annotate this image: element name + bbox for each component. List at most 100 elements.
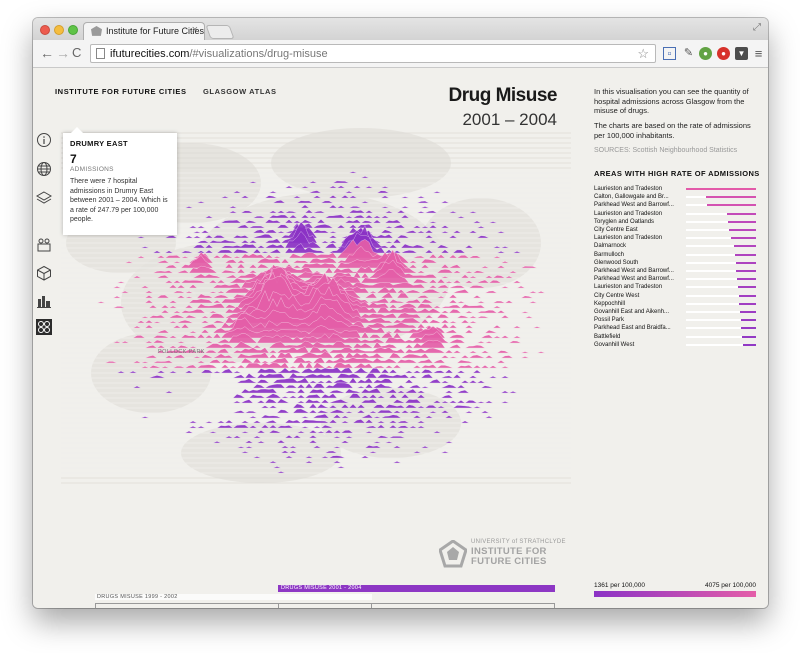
- area-rate-bar: [730, 237, 756, 240]
- tooltip-value: 7: [70, 152, 77, 166]
- area-name: Calton, Gallowgate and Br...: [594, 194, 669, 201]
- box-icon[interactable]: [36, 265, 52, 281]
- area-list-title: AREAS WITH HIGH RATE OF ADMISSIONS: [594, 169, 760, 178]
- panel-sources[interactable]: SOURCES: Scottish Neighbourhood Statisti…: [594, 147, 737, 154]
- globe-icon[interactable]: [36, 161, 52, 177]
- area-list-item[interactable]: Laurieston and Tradeston: [594, 185, 756, 193]
- page-title: Drug Misuse: [448, 85, 557, 106]
- area-name: City Centre East: [594, 227, 638, 233]
- area-name: Parkhead West and Barrowf...: [594, 276, 674, 283]
- area-name: Glenwood South: [594, 259, 639, 266]
- favicon-icon: [91, 26, 102, 36]
- strathclyde-logo: UNIVERSITY of STRATHCLYDE INSTITUTE FOR …: [439, 539, 569, 573]
- timeline-active-period[interactable]: DRUGS MISUSE 2001 - 2004: [278, 585, 555, 592]
- area-tooltip: DRUMRY EAST 7 ADMISSIONS There were 7 ho…: [63, 127, 177, 235]
- area-rate-bar: [705, 196, 756, 199]
- timeline-tick: [554, 603, 555, 608]
- url-host: ifuturecities.com: [110, 48, 190, 60]
- pocket-icon[interactable]: ▼: [735, 47, 748, 60]
- browser-tab[interactable]: Institute for Future Cities ×: [83, 22, 205, 40]
- layers-icon[interactable]: [36, 190, 52, 206]
- timeline-active-label: DRUGS MISUSE 2001 - 2004: [281, 585, 362, 591]
- area-rate-bar: [737, 278, 756, 281]
- area-list-item[interactable]: Laurieston and Tradeston: [594, 283, 756, 291]
- area-list-item[interactable]: Glenwood South: [594, 259, 756, 267]
- ridge-profile: [61, 413, 571, 419]
- area-list-item[interactable]: Govanhill West: [594, 341, 756, 349]
- tooltip-description: There were 7 hospital admissions in Drum…: [70, 178, 168, 223]
- area-list-item[interactable]: Toryglen and Oatlands: [594, 218, 756, 226]
- area-rate-bar: [726, 212, 756, 215]
- menu-icon[interactable]: ≡: [752, 47, 765, 60]
- area-list-item[interactable]: Calton, Gallowgate and Br...: [594, 193, 756, 201]
- reload-button[interactable]: C: [72, 45, 81, 61]
- area-name: Battlefield: [594, 333, 621, 340]
- strathclyde-logo-icon: [439, 540, 467, 568]
- back-button[interactable]: ←: [40, 45, 54, 61]
- tab-close-icon[interactable]: ×: [192, 24, 198, 36]
- url-path: /#visualizations/drug-misuse: [189, 48, 328, 60]
- area-list-item[interactable]: Laurieston and Tradeston: [594, 234, 756, 242]
- area-rate-bar: [738, 294, 756, 297]
- area-list-item[interactable]: Keppochhill: [594, 300, 756, 308]
- area-name: Keppochhill: [594, 300, 626, 307]
- close-window-button[interactable]: [40, 25, 50, 35]
- area-rate-bar: [739, 302, 756, 305]
- minimize-window-button[interactable]: [54, 25, 64, 35]
- pollock-park-label: POLLOCK PARK: [158, 349, 205, 355]
- area-list-item[interactable]: Parkhead West and Barrowf...: [594, 201, 756, 209]
- extension-green-icon[interactable]: ●: [699, 47, 712, 60]
- area-list-item[interactable]: City Centre West: [594, 292, 756, 300]
- area-list-item[interactable]: Possil Park: [594, 316, 756, 324]
- area-list-item[interactable]: Barmulloch: [594, 251, 756, 259]
- area-list-item[interactable]: Laurieston and Tradeston: [594, 210, 756, 218]
- area-name: Parkhead West and Barrowf...: [594, 268, 674, 274]
- area-rate-bar: [740, 319, 756, 322]
- area-name: City Centre West: [594, 292, 640, 299]
- population-icon[interactable]: [36, 237, 52, 253]
- page-content: INSTITUTE FOR FUTURE CITIES GLASGOW ATLA…: [33, 69, 768, 608]
- area-name: Parkhead West and Barrowf...: [594, 202, 674, 209]
- area-rate-bar: [733, 245, 756, 248]
- area-rate-bar: [742, 335, 756, 338]
- info-panel: In this visualisation you can see the qu…: [594, 69, 768, 608]
- area-name: Govanhill East and Aikenh...: [594, 309, 670, 315]
- panel-description: In this visualisation you can see the qu…: [594, 87, 749, 115]
- wrench-icon[interactable]: ✎: [682, 47, 695, 60]
- extension-red-icon[interactable]: ●: [717, 47, 730, 60]
- ridge-profile: [61, 424, 571, 429]
- brand-link[interactable]: INSTITUTE FOR FUTURE CITIES: [55, 87, 187, 96]
- extension-frame-icon[interactable]: ▫: [663, 47, 676, 60]
- timeline-tick: [371, 603, 372, 608]
- page-icon: [96, 48, 105, 59]
- area-list-item[interactable]: Parkhead East and Braidfa...: [594, 324, 756, 332]
- browser-window: Institute for Future Cities × ⤢ ← → C if…: [33, 18, 768, 608]
- fullscreen-icon[interactable]: ⤢: [753, 22, 761, 33]
- area-rate-bar: [736, 270, 756, 272]
- info-icon[interactable]: [36, 132, 52, 148]
- area-rate-bar: [735, 261, 756, 264]
- timeline-tick: [278, 603, 279, 608]
- area-list-item[interactable]: Battlefield: [594, 333, 756, 341]
- new-tab-button[interactable]: [205, 25, 235, 39]
- area-name: Govanhill West: [594, 341, 635, 348]
- area-list-item[interactable]: Dalmarnock: [594, 242, 756, 250]
- timeline-previous-period[interactable]: DRUGS MISUSE 1999 - 2002: [95, 594, 372, 600]
- city-icon[interactable]: [36, 293, 52, 309]
- area-name: Laurieston and Tradeston: [594, 186, 663, 192]
- bookmark-star-icon[interactable]: ☆: [637, 46, 649, 62]
- area-list-item[interactable]: Parkhead West and Barrowf...: [594, 267, 756, 275]
- area-rate-bar: [729, 229, 756, 231]
- area-list-item[interactable]: City Centre East: [594, 226, 756, 234]
- legend-min-label: 1361 per 100,000: [594, 582, 645, 589]
- area-rate-bar: [737, 286, 756, 289]
- address-bar[interactable]: ifuturecities.com/#visualizations/drug-m…: [90, 44, 656, 63]
- map-grid-icon[interactable]: [36, 319, 52, 335]
- area-rate-bar: [739, 311, 756, 313]
- area-list-item[interactable]: Parkhead West and Barrowf...: [594, 275, 756, 283]
- zoom-window-button[interactable]: [68, 25, 78, 35]
- forward-button[interactable]: →: [56, 45, 70, 61]
- area-list-item[interactable]: Govanhill East and Aikenh...: [594, 308, 756, 316]
- area-name: Laurieston and Tradeston: [594, 210, 663, 217]
- section-link[interactable]: GLASGOW ATLAS: [203, 87, 277, 96]
